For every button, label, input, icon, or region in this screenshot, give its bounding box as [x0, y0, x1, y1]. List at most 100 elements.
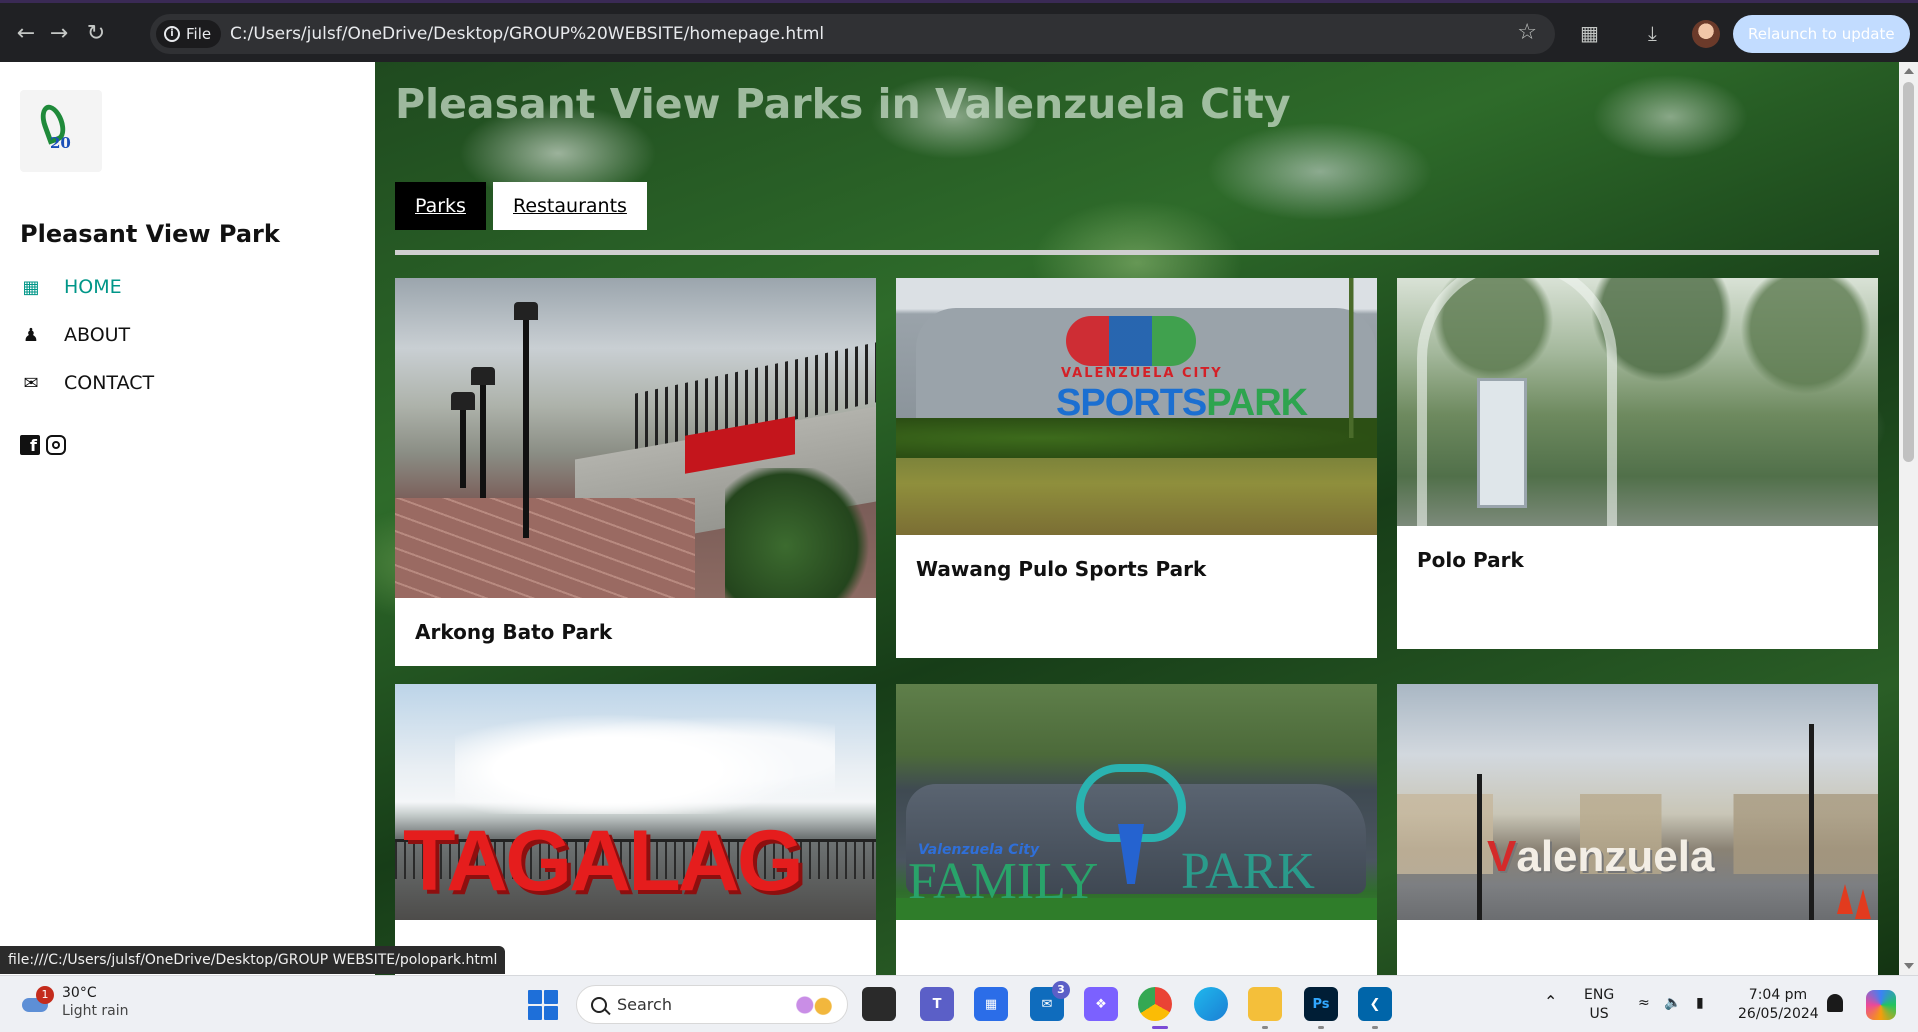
battery-icon[interactable]: ▮ [1696, 994, 1704, 1013]
reload-icon[interactable]: ↻ [82, 20, 110, 48]
teams-icon[interactable]: T [920, 987, 954, 1021]
url-text[interactable]: C:/Users/julsf/OneDrive/Desktop/GROUP%20… [230, 24, 824, 44]
park-photo: VALENZUELA CITY SPORTSPARK [896, 278, 1377, 535]
weather-temp: 30°C [62, 985, 97, 1001]
windows-start-icon[interactable] [528, 990, 558, 1020]
status-bar-url: file:///C:/Users/julsf/OneDrive/Desktop/… [0, 946, 506, 974]
nav-contact[interactable]: ✉ CONTACT [20, 372, 154, 394]
site-info-chip[interactable]: i File [156, 20, 222, 48]
download-icon[interactable]: ⤓ [1648, 21, 1657, 45]
scroll-thumb[interactable] [1903, 82, 1914, 462]
clock-date: 26/05/2024 [1738, 1006, 1819, 1022]
user-icon: ♟ [22, 324, 40, 346]
site-logo[interactable]: 20 [20, 90, 102, 172]
sign-word-rest: alenzuela [1516, 832, 1715, 881]
envelope-icon: ✉ [23, 372, 39, 394]
tab-restaurants[interactable]: Restaurants [493, 182, 647, 230]
language-indicator[interactable]: ENG US [1584, 986, 1614, 1024]
running-indicator [1262, 1026, 1268, 1029]
nav-home-label: HOME [64, 276, 122, 298]
logo-mark: 20 [50, 134, 71, 152]
rain-cloud-icon: 1 [22, 986, 54, 1014]
vertical-scrollbar[interactable] [1899, 62, 1918, 975]
tab-parks[interactable]: Parks [395, 182, 486, 230]
facebook-icon[interactable]: f [20, 435, 40, 455]
park-card-tagalag[interactable]: TAGALAG [395, 684, 876, 975]
file-explorer-icon[interactable] [1248, 987, 1282, 1021]
site-name: Pleasant View Park [20, 220, 280, 248]
search-icon [591, 996, 607, 1013]
relaunch-button[interactable]: Relaunch to update [1733, 15, 1910, 53]
profile-avatar[interactable] [1692, 20, 1720, 48]
park-photo: Valenzuela [1397, 684, 1878, 920]
search-highlight-icon [791, 991, 837, 1018]
running-indicator [1318, 1026, 1324, 1029]
park-card-family[interactable]: Valenzuela City FAMILY PARK [896, 684, 1377, 975]
extensions-icon[interactable]: ▦ [1580, 21, 1599, 45]
vscode-icon[interactable]: ❮ [1358, 987, 1392, 1021]
page-viewport: 20 Pleasant View Park ▦ HOME ♟ ABOUT ✉ C… [0, 62, 1918, 975]
store-icon[interactable]: ▦ [974, 987, 1008, 1021]
copilot-app-icon[interactable]: ❖ [1084, 987, 1118, 1021]
nav-about[interactable]: ♟ ABOUT [20, 324, 130, 346]
nav-home[interactable]: ▦ HOME [20, 276, 122, 298]
park-photo [1397, 278, 1878, 526]
edge-icon[interactable] [1194, 987, 1228, 1021]
chevron-up-icon[interactable]: ⌃ [1544, 992, 1557, 1011]
clock[interactable]: 7:04 pm 26/05/2024 [1738, 986, 1819, 1024]
windows-taskbar: 1 30°C Light rain Search T ▦ ✉ 3 ❖ Ps ❮ … [0, 975, 1918, 1032]
taskbar-search[interactable]: Search [576, 985, 848, 1024]
back-icon[interactable]: ← [12, 20, 40, 48]
copilot-icon[interactable] [1866, 990, 1896, 1020]
lang-bottom: US [1589, 1006, 1609, 1022]
weather-badge: 1 [36, 986, 54, 1004]
search-placeholder: Search [617, 995, 672, 1014]
park-name: Arkong Bato Park [415, 620, 613, 644]
grid-icon: ▦ [22, 276, 40, 298]
mail-badge: 3 [1052, 981, 1070, 999]
park-photo: TAGALAG [395, 684, 876, 920]
active-indicator [1152, 1026, 1168, 1029]
park-photo [395, 278, 876, 598]
park-card-valenzuela[interactable]: Valenzuela [1397, 684, 1878, 975]
lang-top: ENG [1584, 987, 1615, 1003]
scroll-up-icon[interactable] [1904, 68, 1914, 74]
weather-desc: Light rain [62, 1003, 129, 1019]
main-content: Pleasant View Parks in Valenzuela City P… [375, 62, 1899, 975]
tab-divider [395, 250, 1879, 255]
park-photo: Valenzuela City FAMILY PARK [896, 684, 1377, 920]
weather-widget[interactable]: 1 30°C Light rain [22, 984, 129, 1020]
forward-icon[interactable]: → [45, 20, 73, 48]
browser-toolbar: ← → ↻ i File C:/Users/julsf/OneDrive/Des… [0, 0, 1918, 62]
park-card-wawang-pulo[interactable]: VALENZUELA CITY SPORTSPARK Wawang Pulo S… [896, 278, 1377, 658]
page-title: Pleasant View Parks in Valenzuela City [395, 80, 1291, 128]
task-view-icon[interactable] [862, 987, 896, 1021]
bookmark-star-icon[interactable]: ☆ [1517, 20, 1537, 45]
chrome-icon[interactable] [1138, 987, 1172, 1021]
running-indicator [1372, 1026, 1378, 1029]
photo-sign-text: TAGALAG [403, 813, 804, 909]
photoshop-icon[interactable]: Ps [1304, 987, 1338, 1021]
info-icon: i [164, 26, 180, 42]
sidebar: 20 Pleasant View Park ▦ HOME ♟ ABOUT ✉ C… [0, 62, 375, 975]
nav-about-label: ABOUT [64, 324, 131, 346]
address-bar[interactable]: i File C:/Users/julsf/OneDrive/Desktop/G… [150, 14, 1555, 54]
park-name: Polo Park [1417, 548, 1524, 572]
nav-contact-label: CONTACT [64, 372, 155, 394]
photo-sign-text: PARK [1181, 843, 1315, 900]
volume-icon[interactable]: 🔈 [1664, 994, 1681, 1013]
file-chip-label: File [186, 25, 212, 43]
photo-sign-text: Valenzuela [1487, 832, 1714, 882]
park-card-arkong-bato[interactable]: Arkong Bato Park [395, 278, 876, 666]
photo-sign-text: VALENZUELA CITY [1061, 366, 1223, 381]
sign-letter-v: V [1487, 832, 1517, 881]
social-links: f [20, 435, 66, 455]
clock-time: 7:04 pm [1748, 987, 1808, 1003]
mail-icon[interactable]: ✉ 3 [1030, 981, 1070, 1021]
notification-bell-icon[interactable] [1827, 994, 1843, 1012]
park-name: Wawang Pulo Sports Park [916, 557, 1207, 581]
park-card-polo[interactable]: Polo Park [1397, 278, 1878, 649]
instagram-icon[interactable] [46, 435, 66, 455]
wifi-icon[interactable]: ≈ [1638, 994, 1650, 1013]
scroll-down-icon[interactable] [1904, 963, 1914, 969]
